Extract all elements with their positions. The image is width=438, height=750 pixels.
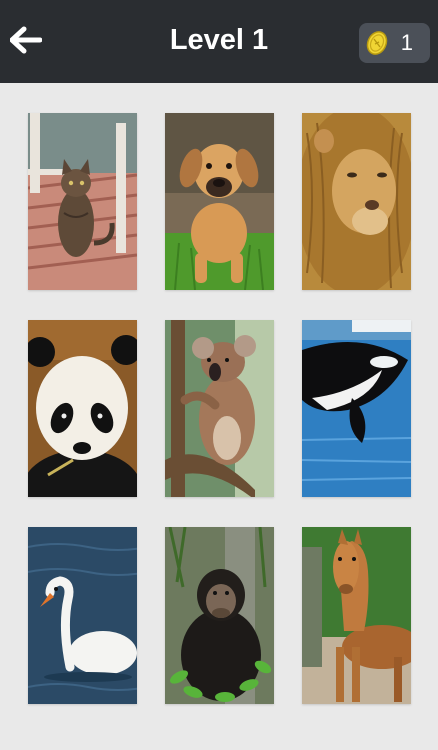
coin-counter-button[interactable]: 1 bbox=[359, 23, 430, 63]
animal-tile-koala[interactable] bbox=[165, 320, 274, 497]
dog-photo bbox=[165, 113, 274, 290]
animal-tile-swan[interactable] bbox=[28, 527, 137, 704]
top-bar: Level 1 1 bbox=[0, 0, 438, 83]
panda-photo bbox=[28, 320, 137, 497]
coin-count: 1 bbox=[400, 30, 413, 55]
chimpanzee-photo bbox=[165, 527, 274, 704]
animal-tile-lion[interactable] bbox=[302, 113, 411, 290]
horse-photo bbox=[302, 527, 411, 704]
animal-tile-orca[interactable] bbox=[302, 320, 411, 497]
picture-grid bbox=[0, 83, 438, 750]
animal-tile-chimpanzee[interactable] bbox=[165, 527, 274, 704]
cat-photo bbox=[28, 113, 137, 290]
gold-coin-icon bbox=[366, 31, 388, 55]
koala-photo bbox=[165, 320, 274, 497]
animal-tile-dog[interactable] bbox=[165, 113, 274, 290]
swan-photo bbox=[28, 527, 137, 704]
lion-photo bbox=[302, 113, 411, 290]
orca-photo bbox=[302, 320, 411, 497]
animal-tile-panda[interactable] bbox=[28, 320, 137, 497]
animal-tile-horse[interactable] bbox=[302, 527, 411, 704]
animal-tile-cat[interactable] bbox=[28, 113, 137, 290]
